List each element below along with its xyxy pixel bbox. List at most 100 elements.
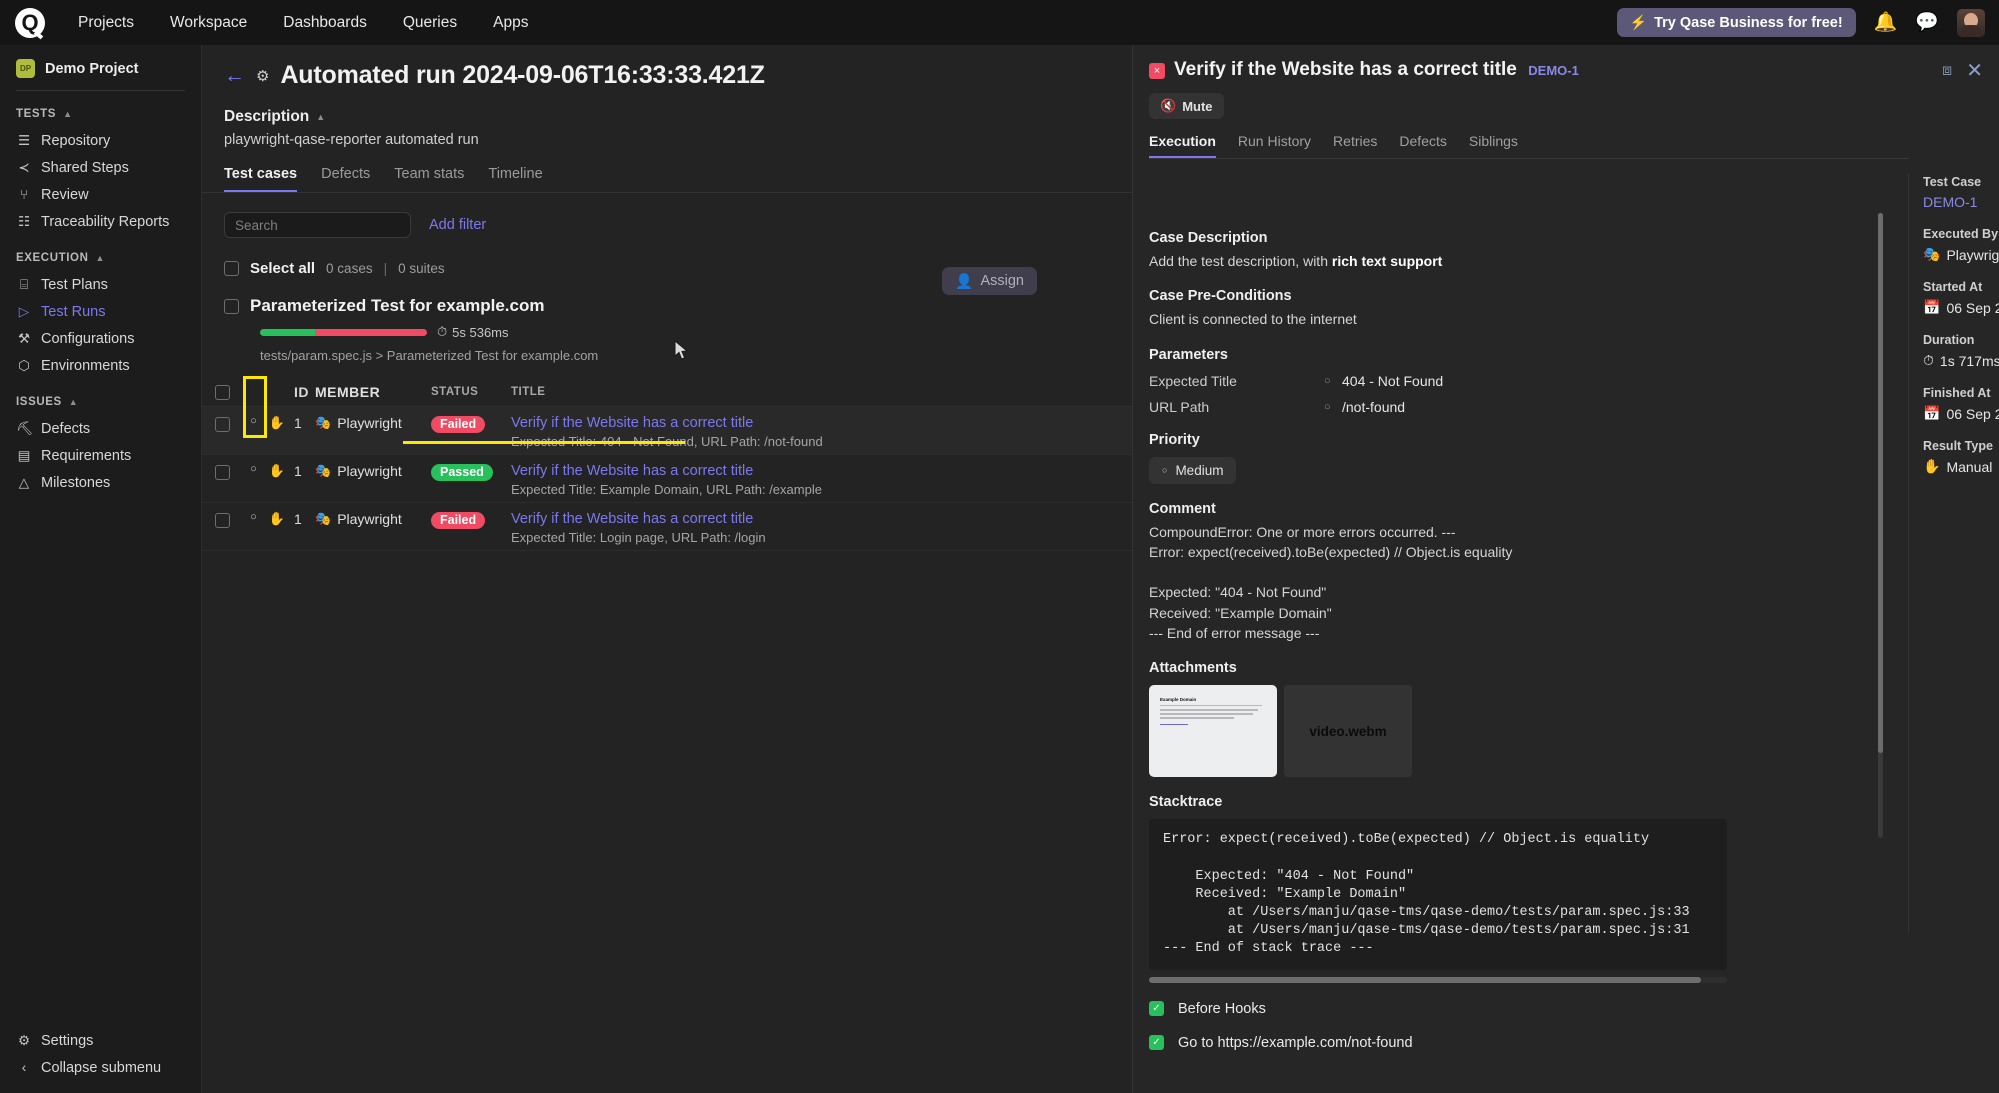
meta-key-duration: Duration (1923, 333, 1975, 347)
hook-row[interactable]: ✓ Before Hooks (1149, 1001, 1893, 1017)
sidebar-label-requirements: Requirements (41, 447, 132, 464)
sidebar-item-repository[interactable]: ☰ Repository (0, 127, 201, 154)
row-checkbox[interactable] (214, 465, 230, 480)
stacktrace-label: Stacktrace (1149, 794, 1223, 811)
back-arrow-icon[interactable]: ← (224, 65, 245, 86)
add-filter-button[interactable]: Add filter (429, 217, 486, 233)
avatar[interactable] (1957, 8, 1985, 37)
top-right-actions: ⚡ Try Qase Business for free! 🔔 💬 (1616, 8, 1999, 37)
status-badge: Passed (431, 463, 493, 481)
sidebar-item-shared-steps[interactable]: ≺ Shared Steps (0, 154, 201, 181)
search-input[interactable] (224, 212, 411, 238)
section-header-issues[interactable]: ISSUES ▲ (0, 379, 201, 415)
clock-icon: ⏱ (437, 324, 448, 339)
suite-progress-row: ⏱ 5s 536ms (202, 316, 1132, 340)
description-toggle[interactable]: Description ▲ (202, 90, 1132, 126)
attachment-screenshot[interactable]: Example Domain (1149, 685, 1277, 778)
try-business-button[interactable]: ⚡ Try Qase Business for free! (1616, 8, 1856, 37)
column-header-id: ID (294, 383, 309, 400)
sidebar-item-configurations[interactable]: ⚒ Configurations (0, 325, 201, 352)
test-cases-table: ID MEMBER STATUS TITLE ○ ✋ 1 🎭 Playwrigh… (202, 377, 1132, 551)
assign-button[interactable]: 👤 Assign (942, 267, 1037, 295)
row-checkbox[interactable] (214, 513, 230, 528)
row-checkbox[interactable] (214, 417, 230, 432)
top-navigation-bar: Q Projects Workspace Dashboards Queries … (0, 0, 1999, 45)
sidebar-item-review[interactable]: ⑂ Review (0, 181, 201, 208)
nav-projects[interactable]: Projects (78, 14, 134, 32)
sidebar-item-collapse-submenu[interactable]: ‹ Collapse submenu (0, 1054, 202, 1081)
tab-team-stats[interactable]: Team stats (394, 166, 464, 192)
row-member-name: Playwright (337, 463, 402, 479)
calendar-icon: 📅 (1923, 405, 1941, 421)
qase-logo[interactable]: Q (8, 1, 52, 45)
tab-run-history[interactable]: Run History (1238, 133, 1311, 158)
tab-defects[interactable]: Defects (321, 166, 370, 192)
repository-icon: ☰ (17, 132, 31, 148)
row-subtitle: Expected Title: Example Domain, URL Path… (511, 482, 822, 497)
section-header-tests[interactable]: TESTS ▲ (0, 91, 201, 127)
row-title-link[interactable]: Verify if the Website has a correct titl… (511, 415, 1132, 431)
nav-queries[interactable]: Queries (403, 14, 457, 32)
priority-chip[interactable]: ○ Medium (1149, 456, 1237, 484)
attachment-video[interactable]: video.webm (1284, 685, 1412, 778)
sidebar-label-collapse-submenu: Collapse submenu (41, 1059, 162, 1076)
project-selector[interactable]: DP Demo Project (0, 45, 201, 90)
gear-icon[interactable]: ⚙ (256, 67, 269, 85)
tab-test-cases[interactable]: Test cases (224, 166, 298, 192)
sidebar-item-requirements[interactable]: ▤ Requirements (0, 442, 201, 469)
sidebar-item-test-runs[interactable]: ▷ Test Runs (0, 298, 201, 325)
mute-button[interactable]: 🔇 Mute (1149, 93, 1224, 119)
bell-icon[interactable]: 🔔 (1874, 13, 1898, 32)
sidebar-item-milestones[interactable]: △ Milestones (0, 469, 201, 496)
nav-apps[interactable]: Apps (493, 14, 528, 32)
case-description-plain: Add the test description, with (1149, 253, 1332, 269)
chat-icon[interactable]: 💬 (1915, 13, 1939, 32)
sidebar-item-defects[interactable]: ⛏ Defects (0, 415, 201, 442)
meta-value-started-at: 📅 06 Sep 2024 22:03:38 (1923, 299, 1999, 316)
priority-value: Medium (1175, 462, 1224, 478)
chevron-up-icon: ▲ (63, 109, 73, 119)
configurations-icon: ⚒ (17, 330, 31, 346)
attachment-screenshot-title: Example Domain (1160, 697, 1197, 703)
suite-checkbox[interactable] (224, 298, 239, 314)
playwright-mask-icon: 🎭 (315, 463, 332, 478)
test-runs-icon: ▷ (18, 303, 30, 319)
sidebar-item-traceability-reports[interactable]: ☷ Traceability Reports (0, 208, 201, 235)
detail-case-code[interactable]: DEMO-1 (1528, 63, 1579, 78)
meta-value-test-case[interactable]: DEMO-1 (1923, 194, 1996, 210)
try-business-label: Try Qase Business for free! (1654, 14, 1843, 31)
meta-value-started-at-text: 06 Sep 2024 22:03:38 (1946, 299, 1999, 316)
circle-icon: ○ (250, 511, 257, 523)
stacktrace-horizontal-scrollbar[interactable] (1149, 976, 1727, 983)
cases-count: 0 cases (326, 261, 373, 276)
meta-value-result-type-text: Manual (1946, 458, 1993, 475)
tab-siblings[interactable]: Siblings (1469, 133, 1518, 158)
section-header-execution[interactable]: EXECUTION ▲ (0, 235, 201, 271)
table-row[interactable]: ○ ✋ 1 🎭 Playwright Passed Verify if the … (202, 455, 1132, 503)
hand-icon: ✋ (1923, 458, 1941, 474)
tab-defects[interactable]: Defects (1399, 133, 1446, 158)
select-all-checkbox[interactable] (224, 261, 239, 276)
project-badge: DP (16, 59, 35, 78)
sidebar-item-settings[interactable]: ⚙ Settings (0, 1027, 202, 1054)
table-row[interactable]: ○ ✋ 1 🎭 Playwright Failed Verify if the … (202, 407, 1132, 455)
tab-retries[interactable]: Retries (1333, 133, 1377, 158)
expand-icon[interactable]: ⧈ (1942, 62, 1952, 80)
select-all-label: Select all (250, 260, 316, 277)
tab-execution[interactable]: Execution (1149, 133, 1216, 158)
hook-row[interactable]: ✓ Go to https://example.com/not-found (1149, 1035, 1893, 1051)
sidebar-item-environments[interactable]: ⬡ Environments (0, 352, 201, 379)
row-title-link[interactable]: Verify if the Website has a correct titl… (511, 511, 1132, 527)
gear-icon: ⚙ (17, 1032, 31, 1048)
nav-workspace[interactable]: Workspace (170, 14, 247, 32)
sidebar-item-test-plans[interactable]: ⌸ Test Plans (0, 271, 201, 298)
tab-timeline[interactable]: Timeline (488, 166, 542, 192)
row-title-link[interactable]: Verify if the Website has a correct titl… (511, 463, 1132, 479)
defects-icon: ⛏ (16, 420, 34, 436)
table-row[interactable]: ○ ✋ 1 🎭 Playwright Failed Verify if the … (202, 503, 1132, 551)
header-select-checkbox[interactable] (214, 385, 230, 400)
nav-dashboards[interactable]: Dashboards (283, 14, 367, 32)
column-header-status: STATUS (431, 385, 479, 398)
sidebar-label-test-plans: Test Plans (41, 276, 108, 293)
close-icon[interactable]: ✕ (1966, 61, 1983, 81)
